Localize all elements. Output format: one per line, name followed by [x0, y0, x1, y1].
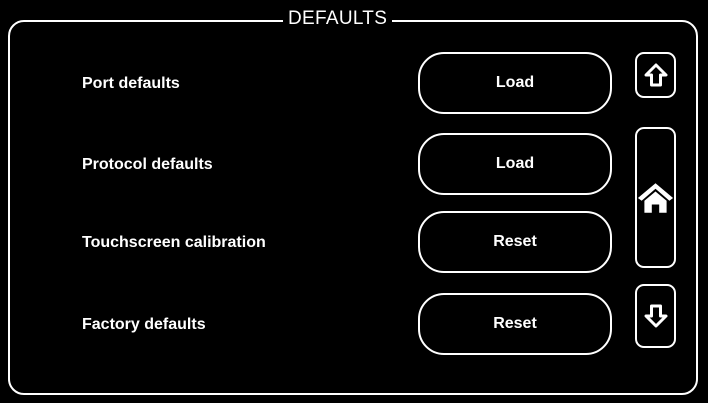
panel-title: DEFAULTS	[283, 6, 393, 32]
home-button[interactable]	[635, 127, 676, 268]
arrow-up-icon	[644, 63, 667, 87]
port-defaults-load-button[interactable]: Load	[418, 52, 612, 114]
scroll-up-button[interactable]	[635, 52, 676, 98]
home-icon	[637, 182, 674, 213]
factory-defaults-label: Factory defaults	[82, 316, 206, 333]
arrow-down-icon	[644, 304, 667, 328]
scroll-down-button[interactable]	[635, 284, 676, 348]
port-defaults-label: Port defaults	[82, 75, 180, 92]
touchscreen-calibration-reset-button[interactable]: Reset	[418, 211, 612, 273]
factory-defaults-reset-button[interactable]: Reset	[418, 293, 612, 355]
protocol-defaults-load-button[interactable]: Load	[418, 133, 612, 195]
protocol-defaults-label: Protocol defaults	[82, 156, 213, 173]
touchscreen-calibration-label: Touchscreen calibration	[82, 234, 266, 251]
